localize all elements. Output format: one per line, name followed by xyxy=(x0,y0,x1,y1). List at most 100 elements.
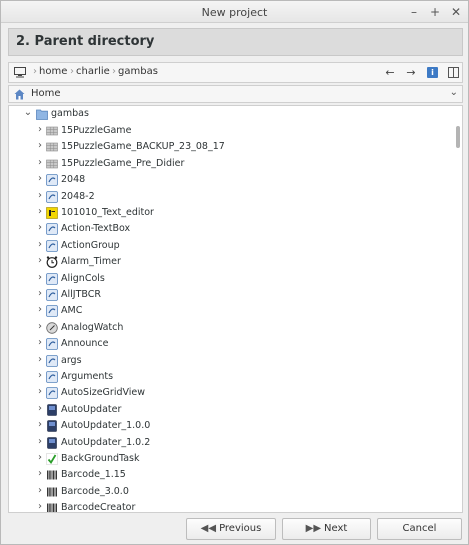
previous-button[interactable]: ◀◀ Previous xyxy=(186,518,276,540)
chevron-right-icon[interactable]: › xyxy=(35,239,45,250)
folder-icon xyxy=(36,109,48,120)
tree-row[interactable]: › 101010_Text_editor xyxy=(9,205,449,221)
chevron-right-icon[interactable]: › xyxy=(35,206,45,217)
gambas-project-icon xyxy=(46,289,58,301)
step-header: 2. Parent directory xyxy=(8,28,463,56)
folder-grid-icon xyxy=(46,159,58,169)
tree-row[interactable]: › AutoUpdater xyxy=(9,402,449,418)
close-icon[interactable]: ✕ xyxy=(448,4,464,20)
tree-row[interactable]: › 15PuzzleGame_Pre_Didier xyxy=(9,156,449,172)
chevron-right-icon[interactable]: › xyxy=(35,321,45,332)
tree-row[interactable]: › 2048-2 xyxy=(9,189,449,205)
places-combo[interactable]: Home ⌄ xyxy=(8,85,463,103)
tree-row[interactable]: › AlignCols xyxy=(9,271,449,287)
chevron-right-icon[interactable]: › xyxy=(35,272,45,283)
tree-row[interactable]: › Barcode_1.15 xyxy=(9,467,449,483)
breadcrumb-home[interactable]: home xyxy=(39,66,67,77)
split-view-icon[interactable] xyxy=(448,67,459,78)
computer-icon[interactable] xyxy=(14,67,26,78)
tree-row[interactable]: › Announce xyxy=(9,336,449,352)
info-icon[interactable]: i xyxy=(427,67,438,78)
tree-row[interactable]: › 15PuzzleGame_BACKUP_23_08_17 xyxy=(9,139,449,155)
tree-row[interactable]: › BarcodeCreator xyxy=(9,500,449,512)
analog-watch-icon xyxy=(46,322,58,334)
minimize-icon[interactable]: – xyxy=(406,4,422,20)
chevron-right-icon[interactable]: › xyxy=(35,419,45,430)
tree-row-label: AutoUpdater_1.0.2 xyxy=(61,436,151,448)
barcode-icon xyxy=(46,503,58,512)
chevron-right-icon[interactable]: › xyxy=(35,304,45,315)
tree-row-label: Barcode_1.15 xyxy=(61,469,126,481)
next-label: Next xyxy=(324,523,348,534)
tree-row[interactable]: › 2048 xyxy=(9,172,449,188)
previous-label: Previous xyxy=(219,523,262,534)
chevron-right-icon[interactable]: › xyxy=(35,288,45,299)
tree-row[interactable]: › Alarm_Timer xyxy=(9,254,449,270)
gambas-project-icon xyxy=(46,305,58,318)
chevron-right-icon[interactable]: › xyxy=(35,157,45,168)
cancel-label: Cancel xyxy=(402,523,437,534)
chevron-right-icon[interactable]: › xyxy=(35,190,45,201)
tree-root-row[interactable]: ⌄ gambas xyxy=(9,106,449,122)
rewind-icon: ◀◀ xyxy=(200,523,217,534)
tree-row[interactable]: › Barcode_3.0.0 xyxy=(9,484,449,500)
tree-row-label: ActionGroup xyxy=(61,239,120,251)
places-selected: Home xyxy=(31,88,61,99)
title-bar: New project – + ✕ xyxy=(1,1,468,23)
tree-row-label: 15PuzzleGame_Pre_Didier xyxy=(61,157,185,169)
chevron-right-icon[interactable]: › xyxy=(35,452,45,463)
tree-row[interactable]: › AutoUpdater_1.0.2 xyxy=(9,435,449,451)
chevron-right-icon[interactable]: › xyxy=(35,485,45,496)
chevron-right-icon[interactable]: › xyxy=(35,468,45,479)
tree-row[interactable]: › 15PuzzleGame xyxy=(9,123,449,139)
chevron-down-icon[interactable]: ⌄ xyxy=(23,107,33,118)
tree-row[interactable]: › AutoUpdater_1.0.0 xyxy=(9,418,449,434)
vertical-scrollbar[interactable] xyxy=(456,126,460,148)
chevron-right-icon[interactable]: › xyxy=(35,255,45,266)
gambas-project-icon xyxy=(46,272,58,285)
tree-row[interactable]: › args xyxy=(9,353,449,369)
maximize-icon[interactable]: + xyxy=(427,4,443,20)
tree-row-label: 15PuzzleGame xyxy=(61,125,132,136)
breadcrumb-charlie[interactable]: charlie xyxy=(76,66,110,77)
folder-grid-icon xyxy=(46,126,58,136)
chevron-down-icon[interactable]: ⌄ xyxy=(450,87,458,98)
tree-row-label: AutoUpdater_1.0.0 xyxy=(61,420,151,432)
breadcrumb-gambas[interactable]: gambas xyxy=(118,66,158,77)
tree-row[interactable]: › Action-TextBox xyxy=(9,221,449,237)
directory-tree[interactable]: ⌄ gambas › 15PuzzleGame › 15PuzzleGame_BACK… xyxy=(8,105,463,513)
cancel-button[interactable]: Cancel xyxy=(377,518,462,540)
gambas-project-icon xyxy=(46,387,58,400)
tree-row[interactable]: › AllJTBCR xyxy=(9,287,449,303)
folder-grid-icon xyxy=(46,143,58,152)
chevron-right-icon[interactable]: › xyxy=(35,436,45,447)
tree-row[interactable]: › AnalogWatch xyxy=(9,320,449,336)
barcode-icon xyxy=(46,470,58,481)
chevron-right-icon[interactable]: › xyxy=(35,140,45,151)
tree-row-label: AutoUpdater xyxy=(61,403,122,415)
tree-row[interactable]: › Arguments xyxy=(9,369,449,385)
tree-row[interactable]: › AMC xyxy=(9,303,449,319)
tree-row-label: AnalogWatch xyxy=(61,321,124,333)
tree-row-label: Barcode_3.0.0 xyxy=(61,485,129,497)
chevron-right-icon[interactable]: › xyxy=(35,370,45,381)
chevron-right-icon[interactable]: › xyxy=(35,501,45,512)
chevron-right-icon[interactable]: › xyxy=(35,386,45,397)
chevron-right-icon: › xyxy=(112,66,116,77)
chevron-right-icon[interactable]: › xyxy=(35,337,45,348)
updater-icon xyxy=(47,420,57,432)
tree-row-label: AlignCols xyxy=(61,272,105,284)
new-project-window: New project – + ✕ 2. Parent directory › … xyxy=(0,0,469,545)
chevron-right-icon[interactable]: › xyxy=(35,124,45,135)
tree-row[interactable]: › BackGroundTask xyxy=(9,451,449,467)
chevron-right-icon[interactable]: › xyxy=(35,222,45,233)
tree-row[interactable]: › AutoSizeGridView xyxy=(9,385,449,401)
back-arrow-icon[interactable]: ← xyxy=(382,65,398,81)
chevron-right-icon[interactable]: › xyxy=(35,354,45,365)
chevron-right-icon[interactable]: › xyxy=(35,403,45,414)
next-button[interactable]: ▶▶ Next xyxy=(282,518,371,540)
chevron-right-icon[interactable]: › xyxy=(35,173,45,184)
tree-row[interactable]: › ActionGroup xyxy=(9,238,449,254)
forward-arrow-icon[interactable]: → xyxy=(403,65,419,81)
window-title: New project xyxy=(201,6,268,19)
